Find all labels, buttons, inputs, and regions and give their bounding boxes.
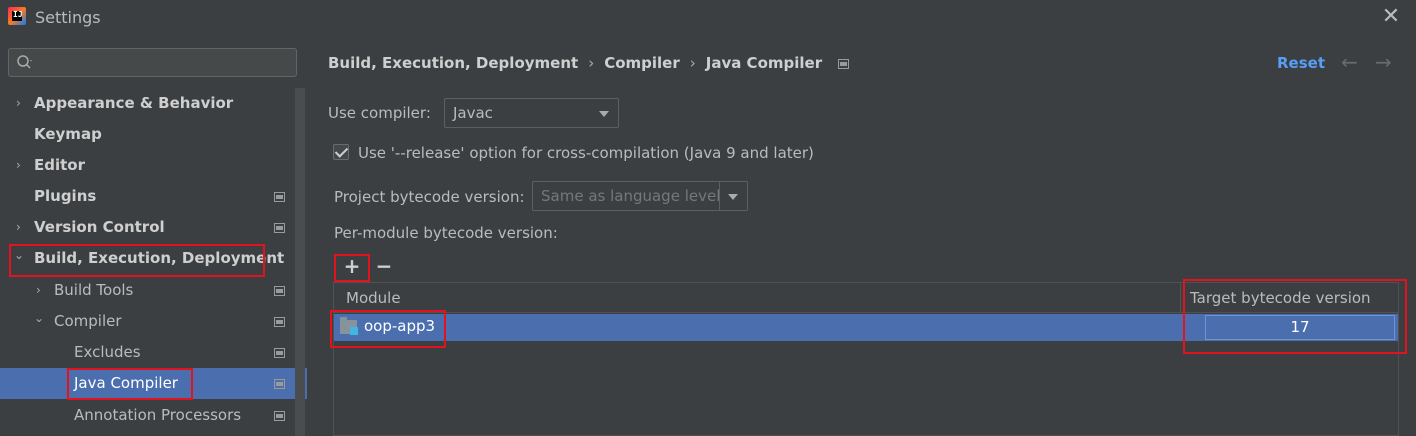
sidebar-scrollbar[interactable] — [295, 88, 305, 436]
chevron-down-icon[interactable]: ⌄ — [14, 240, 28, 271]
chevron-down-icon — [728, 194, 738, 200]
chevron-right-icon[interactable]: › — [16, 150, 30, 181]
module-folder-icon — [340, 317, 358, 335]
sidebar-item-label: Java Compiler — [74, 374, 178, 392]
sidebar-item-compiler[interactable]: ⌄ Compiler — [0, 306, 295, 337]
forward-arrow-icon[interactable]: → — [1375, 50, 1392, 74]
sidebar-item-java-compiler[interactable]: Java Compiler — [0, 368, 307, 399]
use-compiler-label: Use compiler: — [328, 104, 431, 122]
window-title: Settings — [35, 8, 101, 27]
close-icon[interactable]: ✕ — [1380, 6, 1402, 28]
chevron-right-icon[interactable]: › — [36, 275, 50, 306]
sidebar-item-label: Editor — [34, 156, 85, 174]
use-compiler-value: Javac — [453, 104, 493, 122]
chevron-right-icon[interactable]: › — [16, 212, 30, 243]
add-icon[interactable]: + — [340, 255, 364, 279]
project-level-icon — [274, 286, 285, 296]
breadcrumb-item: Java Compiler — [705, 54, 823, 72]
target-bytecode-cell[interactable]: 17 — [1205, 315, 1395, 340]
sidebar-item-label: Keymap — [34, 125, 102, 143]
release-option-checkbox[interactable] — [333, 144, 349, 160]
breadcrumb-separator: › — [689, 54, 696, 72]
search-input[interactable] — [43, 52, 288, 73]
breadcrumb-item: Build, Execution, Deployment — [328, 54, 579, 72]
app-icon-text: IJ — [13, 10, 23, 19]
sidebar-item-label: Compiler — [54, 312, 122, 330]
release-option-label: Use '--release' option for cross-compila… — [358, 144, 814, 162]
per-module-bytecode-label: Per-module bytecode version: — [334, 224, 558, 242]
settings-sidebar: › Appearance & Behavior Keymap › Editor … — [0, 36, 307, 436]
sidebar-item-appearance-behavior[interactable]: › Appearance & Behavior — [0, 88, 295, 119]
remove-icon[interactable]: − — [372, 255, 396, 279]
sidebar-item-label: Build Tools — [54, 281, 134, 299]
back-arrow-icon[interactable]: ← — [1341, 50, 1358, 74]
sidebar-item-annotation-processors[interactable]: Annotation Processors — [0, 400, 295, 431]
table-row[interactable]: oop-app3 17 — [334, 314, 1398, 341]
sidebar-item-editor[interactable]: › Editor — [0, 150, 295, 181]
breadcrumb: Build, Execution, Deployment › Compiler › Ja… — [328, 54, 859, 72]
project-level-icon — [274, 411, 285, 421]
sidebar-item-build-execution-deployment[interactable]: ⌄ Build, Execution, Deployment — [0, 243, 295, 274]
project-bytecode-label: Project bytecode version: — [334, 188, 525, 206]
sidebar-item-version-control[interactable]: › Version Control — [0, 212, 295, 243]
sidebar-item-label: Plugins — [34, 187, 97, 205]
search-field[interactable] — [8, 48, 297, 77]
column-header-target-bytecode-version[interactable]: Target bytecode version — [1190, 283, 1371, 313]
project-level-icon — [274, 317, 285, 327]
project-level-icon — [274, 348, 285, 358]
sidebar-item-label: Appearance & Behavior — [34, 94, 234, 112]
sidebar-item-plugins[interactable]: Plugins — [0, 181, 295, 212]
chevron-right-icon[interactable]: › — [16, 88, 30, 119]
project-level-icon — [274, 379, 285, 389]
title-bar: IJ Settings ✕ — [0, 0, 1416, 36]
settings-content-panel: Build, Execution, Deployment › Compiler › Ja… — [307, 36, 1416, 436]
project-level-icon — [838, 59, 850, 69]
reset-link[interactable]: Reset — [1277, 54, 1325, 72]
column-divider — [1180, 283, 1181, 313]
chevron-down-icon[interactable]: ⌄ — [34, 303, 48, 334]
project-level-icon — [274, 223, 285, 233]
module-bytecode-table: Module Target bytecode version oop-app3 … — [333, 282, 1399, 436]
column-header-module[interactable]: Module — [346, 283, 401, 313]
sidebar-item-build-tools[interactable]: › Build Tools — [0, 275, 295, 306]
intellij-app-icon: IJ — [8, 7, 26, 25]
sidebar-item-label: Annotation Processors — [74, 406, 242, 424]
module-name-cell: oop-app3 — [364, 317, 436, 335]
table-header: Module Target bytecode version — [334, 283, 1398, 313]
chevron-down-icon — [599, 111, 609, 117]
project-level-icon — [274, 192, 285, 202]
project-bytecode-dropdown[interactable]: Same as language level — [532, 181, 748, 211]
sidebar-item-excludes[interactable]: Excludes — [0, 337, 295, 368]
combo-divider — [719, 182, 720, 210]
sidebar-item-label: Build, Execution, Deployment — [34, 249, 285, 267]
sidebar-item-keymap[interactable]: Keymap — [0, 119, 295, 150]
project-bytecode-value: Same as language level — [541, 187, 721, 205]
sidebar-item-label: Version Control — [34, 218, 165, 236]
use-compiler-dropdown[interactable]: Javac — [444, 98, 619, 128]
breadcrumb-item: Compiler — [604, 54, 680, 72]
search-icon — [17, 55, 32, 69]
sidebar-item-label: Excludes — [74, 343, 141, 361]
breadcrumb-separator: › — [588, 54, 595, 72]
